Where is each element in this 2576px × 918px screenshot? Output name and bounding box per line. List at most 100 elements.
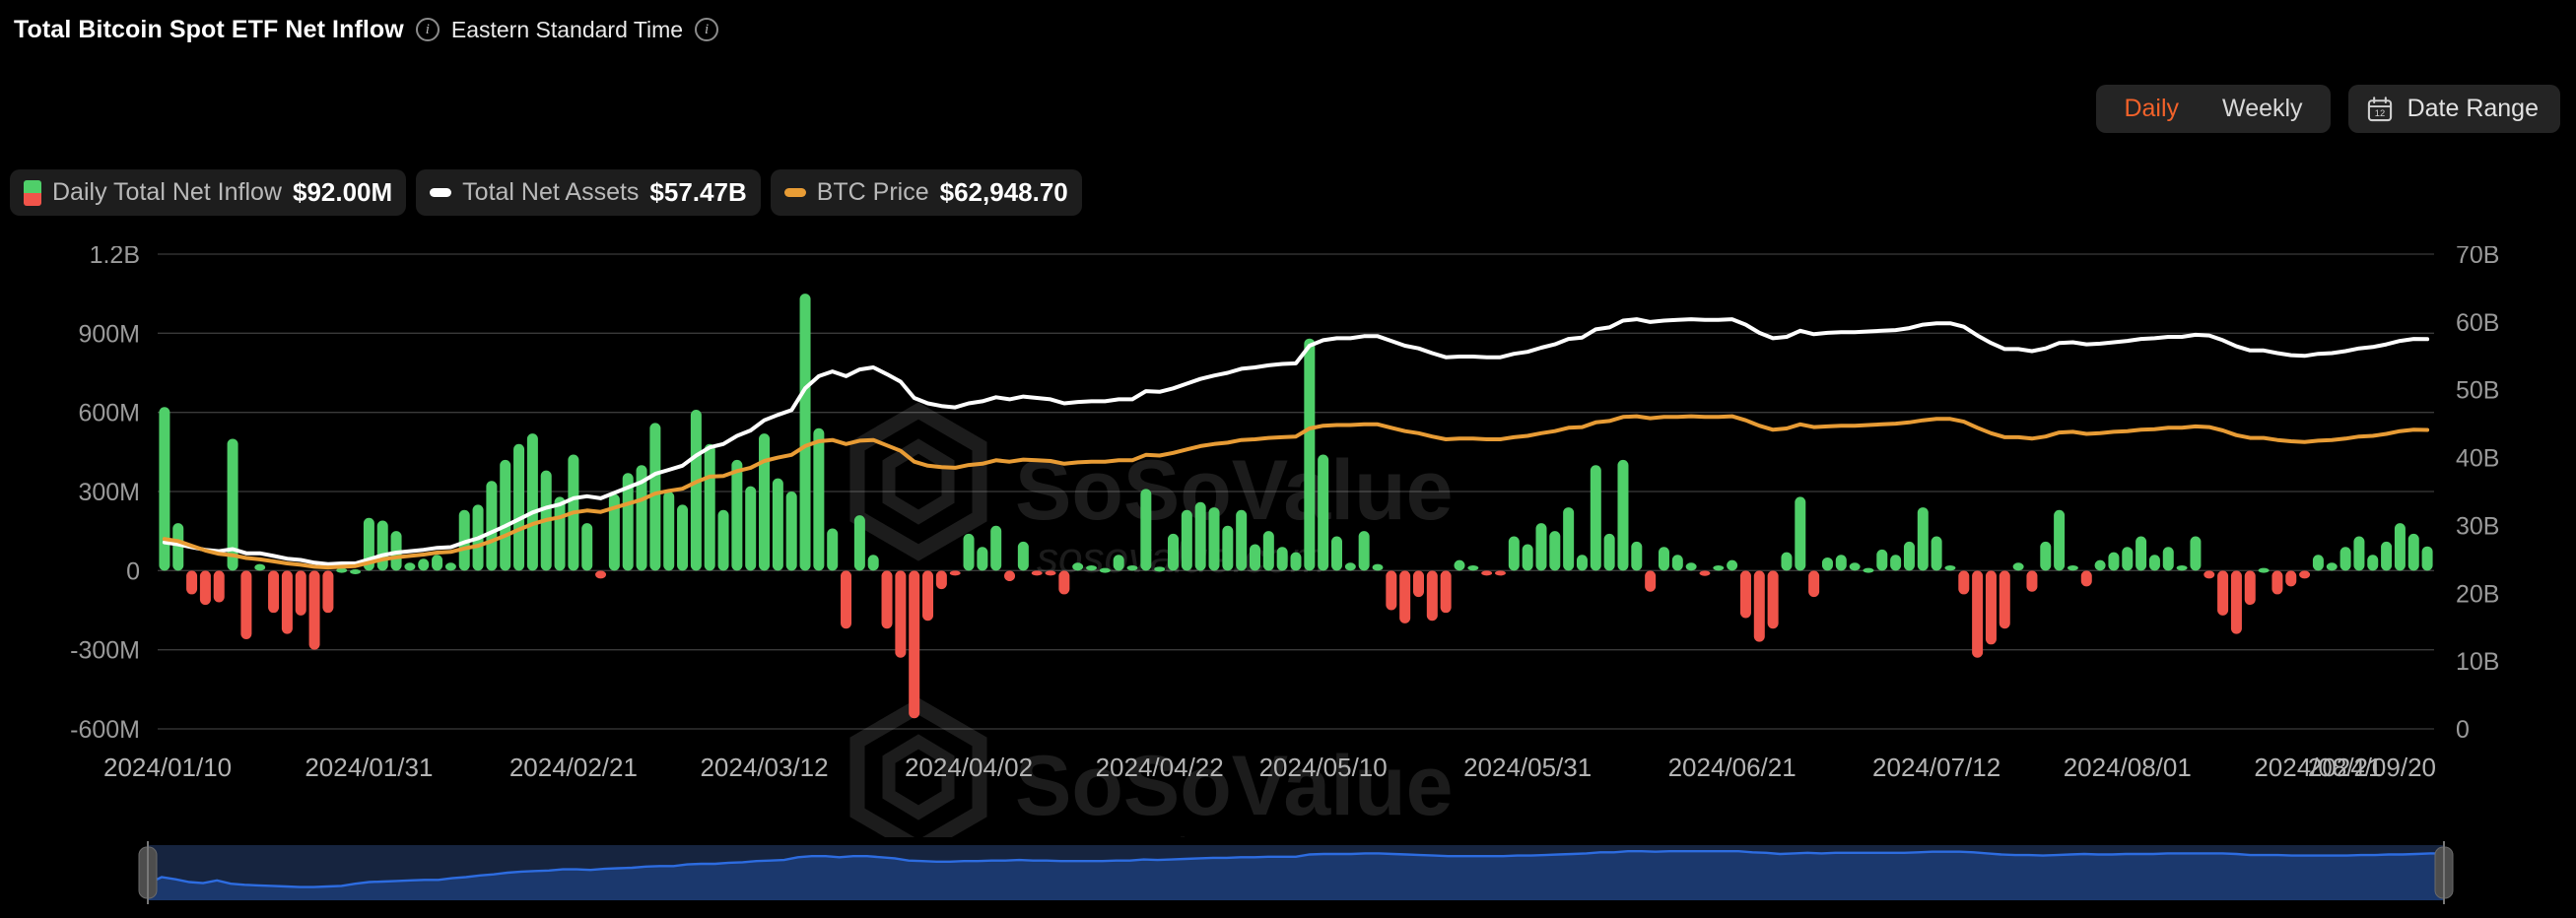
chart-bar[interactable] <box>1114 555 1124 570</box>
chart-bar[interactable] <box>1795 496 1805 570</box>
chart-bar[interactable] <box>214 570 225 602</box>
chart-bar[interactable] <box>2353 537 2364 571</box>
chart-bar[interactable] <box>1958 570 1969 594</box>
chart-bar[interactable] <box>1822 557 1833 570</box>
chart-bar[interactable] <box>1850 562 1861 570</box>
chart-bar[interactable] <box>1686 562 1697 570</box>
chart-bar[interactable] <box>786 492 797 570</box>
chart-bar[interactable] <box>800 294 811 570</box>
chart-bar[interactable] <box>200 570 211 605</box>
chart-bar[interactable] <box>1359 531 1370 570</box>
chart-bar[interactable] <box>322 570 333 613</box>
chart-bar[interactable] <box>296 570 306 616</box>
chart-bar[interactable] <box>1209 507 1220 570</box>
chart-bar[interactable] <box>2285 570 2296 586</box>
chart-bar[interactable] <box>2135 537 2146 571</box>
chart-bar[interactable] <box>2149 555 2160 570</box>
chart-bar[interactable] <box>254 564 265 571</box>
chart-bar[interactable] <box>718 510 729 571</box>
chart-bar[interactable] <box>1100 568 1111 573</box>
chart-bar[interactable] <box>1018 542 1029 570</box>
chart-bar[interactable] <box>2245 570 2256 605</box>
chart-bar[interactable] <box>773 479 783 571</box>
chart-bar[interactable] <box>309 570 320 649</box>
chart-bar[interactable] <box>745 487 756 571</box>
chart-bar[interactable] <box>2190 537 2201 571</box>
chart-bar[interactable] <box>1672 555 1683 570</box>
chart-bar[interactable] <box>1863 568 1873 573</box>
chart-bar[interactable] <box>2108 553 2119 571</box>
chart-bar[interactable] <box>2177 565 2188 570</box>
legend-item-total-net-assets[interactable]: Total Net Assets $57.47B <box>416 169 761 216</box>
chart-bar[interactable] <box>377 520 388 570</box>
timezone-info-icon[interactable]: i <box>695 18 718 41</box>
chart-bar[interactable] <box>2081 570 2092 586</box>
chart-bar[interactable] <box>1932 537 1942 571</box>
chart-bar[interactable] <box>1495 570 1506 575</box>
chart-bar[interactable] <box>2381 542 2392 570</box>
chart-bar[interactable] <box>1727 560 1737 571</box>
chart-bar[interactable] <box>759 433 770 570</box>
chart-bar[interactable] <box>432 555 442 570</box>
chart-bar[interactable] <box>1331 537 1342 571</box>
chart-bar[interactable] <box>1263 531 1274 570</box>
chart-bar[interactable] <box>1904 542 1915 570</box>
chart-plot-area[interactable]: -600M-300M0300M600M900M1.2B010B20B30B40B… <box>0 246 2576 837</box>
chart-bar[interactable] <box>1535 523 1546 570</box>
chart-bar[interactable] <box>1032 570 1043 575</box>
chart-bar[interactable] <box>486 481 497 570</box>
chart-bar[interactable] <box>2313 555 2324 570</box>
chart-bar[interactable] <box>1072 562 1083 570</box>
chart-bar[interactable] <box>1768 570 1779 628</box>
chart-range-scrollbar[interactable] <box>0 839 2576 918</box>
chart-bar[interactable] <box>282 570 293 633</box>
chart-bar[interactable] <box>2299 570 2310 578</box>
tab-weekly[interactable]: Weekly <box>2201 90 2325 128</box>
chart-bar[interactable] <box>1222 526 1233 571</box>
chart-bar[interactable] <box>1250 545 1260 571</box>
chart-bar[interactable] <box>1481 570 1492 575</box>
chart-bar[interactable] <box>2395 523 2406 570</box>
chart-bar[interactable] <box>1645 570 1656 591</box>
chart-bar[interactable] <box>1441 570 1452 613</box>
chart-bar[interactable] <box>691 410 702 570</box>
chart-bar[interactable] <box>1944 565 1955 570</box>
chart-bar[interactable] <box>909 570 919 718</box>
chart-bar[interactable] <box>350 569 361 574</box>
chart-bar[interactable] <box>2271 570 2282 594</box>
chart-bar[interactable] <box>895 570 906 657</box>
chart-bar[interactable] <box>2026 570 2037 591</box>
chart-bar[interactable] <box>2408 534 2419 570</box>
chart-bar[interactable] <box>595 570 606 578</box>
chart-bar[interactable] <box>513 444 524 571</box>
chart-bar[interactable] <box>1781 553 1792 571</box>
chart-bar[interactable] <box>2231 570 2242 633</box>
chart-bar[interactable] <box>2163 547 2174 570</box>
chart-bar[interactable] <box>2327 562 2338 570</box>
chart-bar[interactable] <box>977 547 987 570</box>
chart-bar[interactable] <box>186 570 197 594</box>
chart-bar[interactable] <box>1127 565 1138 570</box>
chart-bar[interactable] <box>2259 568 2270 573</box>
chart-bar[interactable] <box>731 460 742 570</box>
chart-bar[interactable] <box>990 526 1001 571</box>
chart-bar[interactable] <box>813 428 824 571</box>
chart-bar[interactable] <box>936 570 947 589</box>
chart-bar[interactable] <box>2013 562 2024 570</box>
chart-bar[interactable] <box>1454 560 1464 571</box>
chart-bar[interactable] <box>1740 570 1751 618</box>
chart-bar[interactable] <box>1318 455 1328 571</box>
chart-bar[interactable] <box>2422 547 2433 571</box>
chart-bar[interactable] <box>404 562 415 570</box>
chart-bar[interactable] <box>1754 570 1765 641</box>
chart-bar[interactable] <box>555 496 566 570</box>
chart-bar[interactable] <box>1836 555 1847 570</box>
chart-bar[interactable] <box>1808 570 1819 597</box>
chart-bar[interactable] <box>2000 570 2010 628</box>
chart-bar[interactable] <box>268 570 279 613</box>
chart-bar[interactable] <box>841 570 851 628</box>
chart-bar[interactable] <box>1972 570 1983 657</box>
chart-bar[interactable] <box>663 492 674 570</box>
chart-bar[interactable] <box>1549 531 1560 570</box>
chart-bar[interactable] <box>1046 570 1056 575</box>
